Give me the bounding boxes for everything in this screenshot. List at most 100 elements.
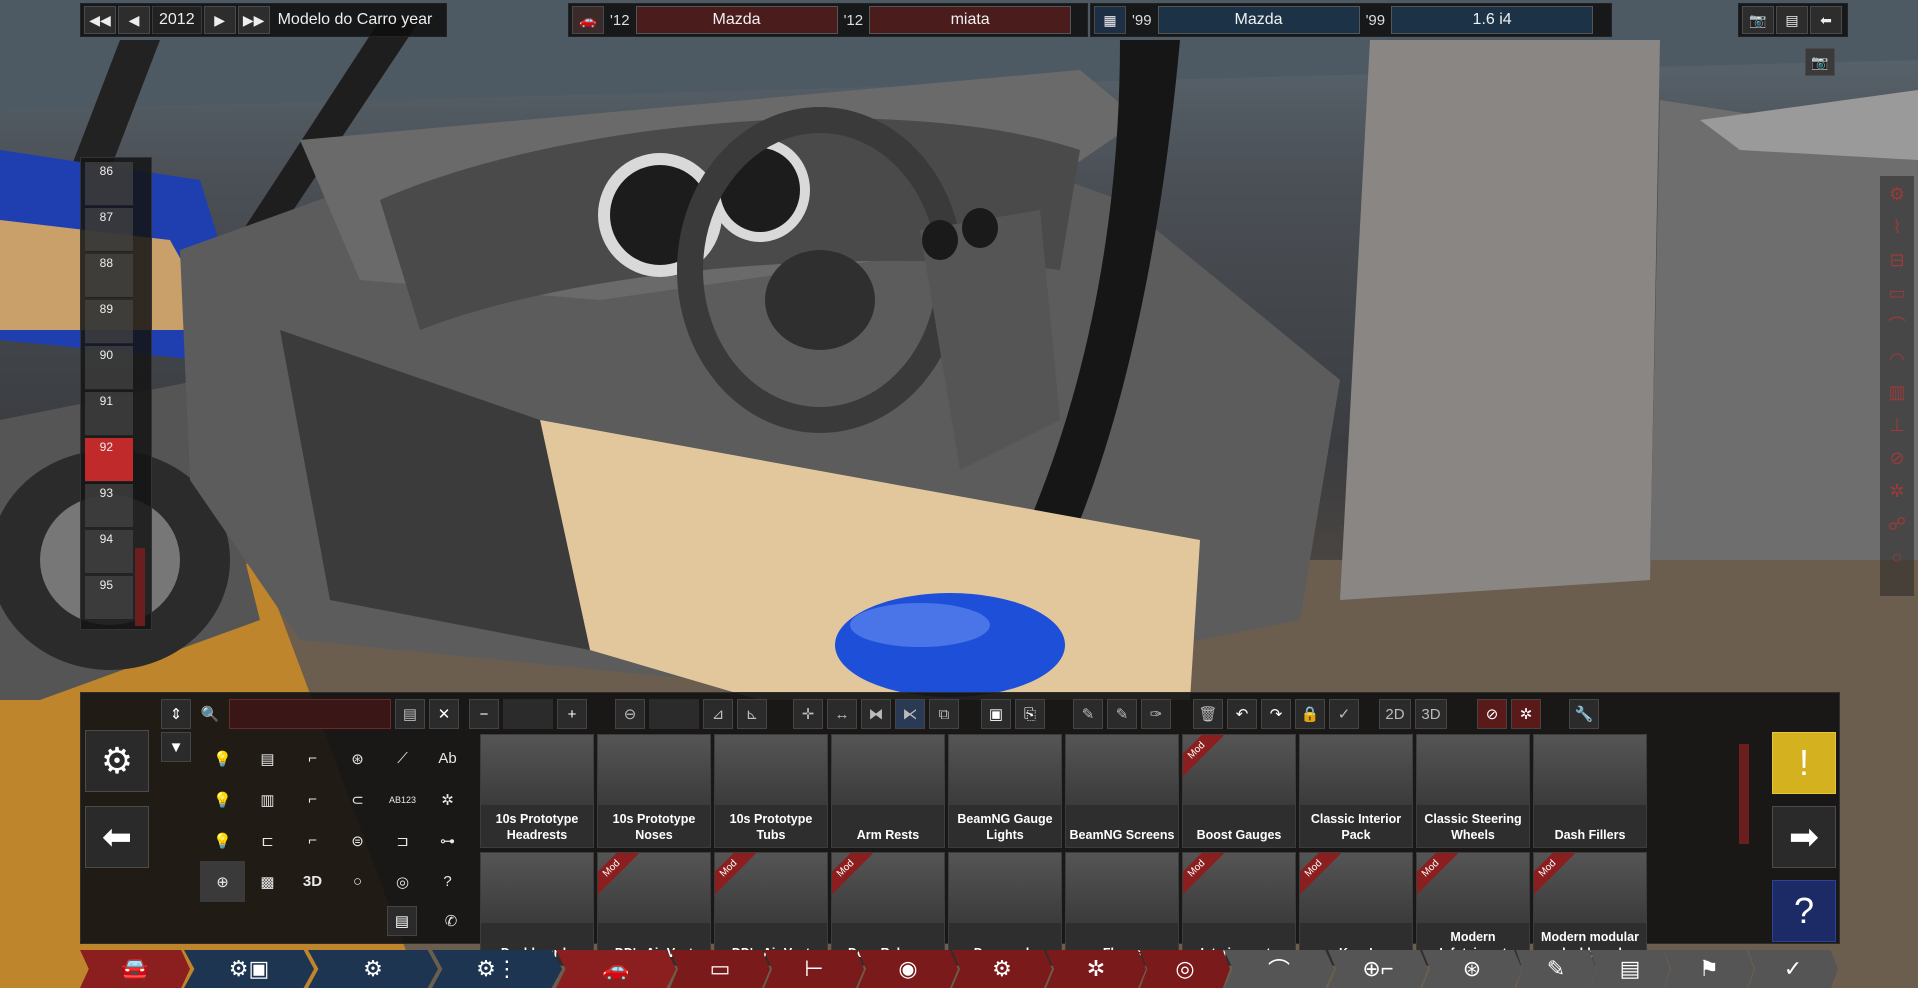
car-icon-button[interactable]: 🚗 — [572, 6, 604, 34]
part-card[interactable]: ModModern Infotaiment — [1416, 852, 1530, 966]
part-card[interactable]: BeamNG Screens — [1065, 734, 1179, 848]
category-interior[interactable]: ⊕ — [200, 861, 245, 902]
slot-90[interactable]: 90 — [85, 346, 133, 390]
slot-91[interactable]: 91 — [85, 392, 133, 436]
part-card[interactable]: ModDoor Release — [831, 852, 945, 966]
tab-drivetrain[interactable]: ⊢ — [764, 950, 864, 988]
part-card[interactable]: 10s Prototype Tubs — [714, 734, 828, 848]
back-arrow-button[interactable]: ⬅ — [85, 806, 149, 868]
category-target[interactable]: ◎ — [380, 861, 425, 902]
minus-button[interactable]: − — [469, 699, 499, 729]
tab-aero[interactable]: ⌒ — [1224, 950, 1334, 988]
lock-button[interactable]: 🔒 — [1295, 699, 1325, 729]
part-card[interactable]: ModDD's Air Vent — [714, 852, 828, 966]
part-card[interactable]: Floors — [1065, 852, 1179, 966]
back-button[interactable]: ⬅ — [1810, 6, 1842, 34]
category-seats[interactable]: ⌐ — [290, 738, 335, 779]
hide-wheels-button[interactable]: ✲ — [1511, 699, 1541, 729]
category-seat-2[interactable]: ⌐ — [290, 779, 335, 820]
category-3d[interactable]: 3D — [290, 861, 335, 902]
tab-car[interactable]: 🚘 — [80, 950, 190, 988]
slot-87[interactable]: 87 — [85, 208, 133, 252]
part-card[interactable]: 10s Prototype Headrests — [480, 734, 594, 848]
forward-arrow-button[interactable]: ➡ — [1772, 806, 1836, 868]
plus-button[interactable]: + — [557, 699, 587, 729]
sort-toggle-button[interactable]: ⇕ — [161, 699, 191, 729]
delete-button[interactable]: 🗑 — [1193, 699, 1223, 729]
part-card[interactable]: 10s Prototype Noses — [597, 734, 711, 848]
category-text[interactable]: Ab — [425, 738, 470, 779]
body-icon[interactable]: ⌒ — [1885, 314, 1909, 338]
slot-93[interactable]: 93 — [85, 484, 133, 528]
wheel-icon[interactable]: ⚙ — [1885, 182, 1909, 206]
confirm-button[interactable]: ✓ — [1329, 699, 1359, 729]
first-year-button[interactable]: ◀◀ — [84, 6, 116, 34]
export-button[interactable]: ⎘ — [1015, 699, 1045, 729]
mirror-link-button[interactable]: ⧔ — [895, 699, 925, 729]
category-wipers[interactable]: ⟋ — [380, 738, 425, 779]
wrench-button[interactable]: 🔧 — [1569, 699, 1599, 729]
tab-steering[interactable]: ⊛ — [1422, 950, 1522, 988]
part-card[interactable]: ModInterior parts — [1182, 852, 1296, 966]
angle-button-2[interactable]: ⊾ — [737, 699, 767, 729]
stretch-button[interactable]: ↔ — [827, 699, 857, 729]
part-card[interactable]: ModModern modular dashboard — [1533, 852, 1647, 966]
slot-92[interactable]: 92 — [85, 438, 133, 482]
tab-engine-files[interactable]: ⚙▣ — [184, 950, 314, 988]
circle-icon[interactable]: ○ — [1885, 545, 1909, 569]
settings-icon[interactable]: ✲ — [1885, 479, 1909, 503]
view-2d-button[interactable]: 2D — [1379, 699, 1411, 729]
walk-icon[interactable]: ☍ — [1885, 512, 1909, 536]
donor-engine-field[interactable]: 1.6 i4 — [1391, 6, 1594, 34]
slot-88[interactable]: 88 — [85, 254, 133, 298]
document-button[interactable]: ▣ — [981, 699, 1011, 729]
category-wheel[interactable]: ✲ — [425, 779, 470, 820]
tab-engine-tree[interactable]: ⚙⋮ — [432, 950, 562, 988]
part-card[interactable]: ModKeys! — [1299, 852, 1413, 966]
tab-engine-parts[interactable]: ⚙ — [308, 950, 438, 988]
category-door[interactable]: ⊐ — [380, 820, 425, 861]
clear-search-button[interactable]: ✕ — [429, 699, 459, 729]
settings-button[interactable]: ⚙ — [85, 730, 149, 792]
part-card[interactable]: BeamNG Gauge Lights — [948, 734, 1062, 848]
next-year-button[interactable]: ▶ — [203, 6, 236, 34]
redo-button[interactable]: ↷ — [1261, 699, 1291, 729]
tab-chassis[interactable]: ▭ — [670, 950, 770, 988]
category-lights[interactable]: 💡 — [200, 738, 245, 779]
paint-icon[interactable]: ◠ — [1885, 347, 1909, 371]
paint-tool-1[interactable]: ✎ — [1073, 699, 1103, 729]
disable-icon[interactable]: ⊘ — [1885, 446, 1909, 470]
lift-icon[interactable]: ⊥ — [1885, 413, 1909, 437]
paint-tool-3[interactable]: ✑ — [1141, 699, 1171, 729]
part-card[interactable]: ModDD's Air Vent — [597, 852, 711, 966]
car-make-field[interactable]: Mazda — [635, 6, 838, 34]
view-3d-button[interactable]: 3D — [1415, 699, 1447, 729]
car-model-field[interactable]: miata — [869, 6, 1072, 34]
slot-94[interactable]: 94 — [85, 530, 133, 574]
prev-year-button[interactable]: ◀ — [118, 6, 150, 34]
part-card[interactable]: Mod Boost Gauges — [1182, 734, 1296, 848]
category-texture[interactable]: ▩ — [245, 861, 290, 902]
hide-body-button[interactable]: ⊘ — [1477, 699, 1507, 729]
part-card[interactable]: Arm Rests — [831, 734, 945, 848]
paint-tool-2[interactable]: ✎ — [1107, 699, 1137, 729]
tab-seat[interactable]: ⊕⌐ — [1328, 950, 1428, 988]
parts-scrollbar[interactable] — [1739, 744, 1749, 844]
slot-scrollbar[interactable] — [135, 548, 145, 626]
tab-calc[interactable]: ▤ — [1590, 950, 1670, 988]
screenshot-button[interactable]: 📷 — [1742, 6, 1774, 34]
calc-button[interactable]: ▤ — [395, 699, 425, 729]
photo-mode-button[interactable]: 📷 — [1805, 48, 1835, 76]
category-plate[interactable]: AB123 — [380, 779, 425, 820]
part-card[interactable]: Classic Steering Wheels — [1416, 734, 1530, 848]
category-frame[interactable]: ⊏ — [245, 820, 290, 861]
spring-icon[interactable]: ⌇ — [1885, 215, 1909, 239]
category-book[interactable]: ▥ — [245, 779, 290, 820]
tab-finish[interactable]: ✓ — [1748, 950, 1838, 988]
category-panels[interactable]: ▤ — [245, 738, 290, 779]
donor-make-field[interactable]: Mazda — [1157, 6, 1360, 34]
part-card[interactable]: Doorcards — [948, 852, 1062, 966]
frame-icon[interactable]: ▭ — [1885, 281, 1909, 305]
slot-86[interactable]: 86 — [85, 162, 133, 206]
category-lights-3[interactable]: 💡 — [200, 820, 245, 861]
